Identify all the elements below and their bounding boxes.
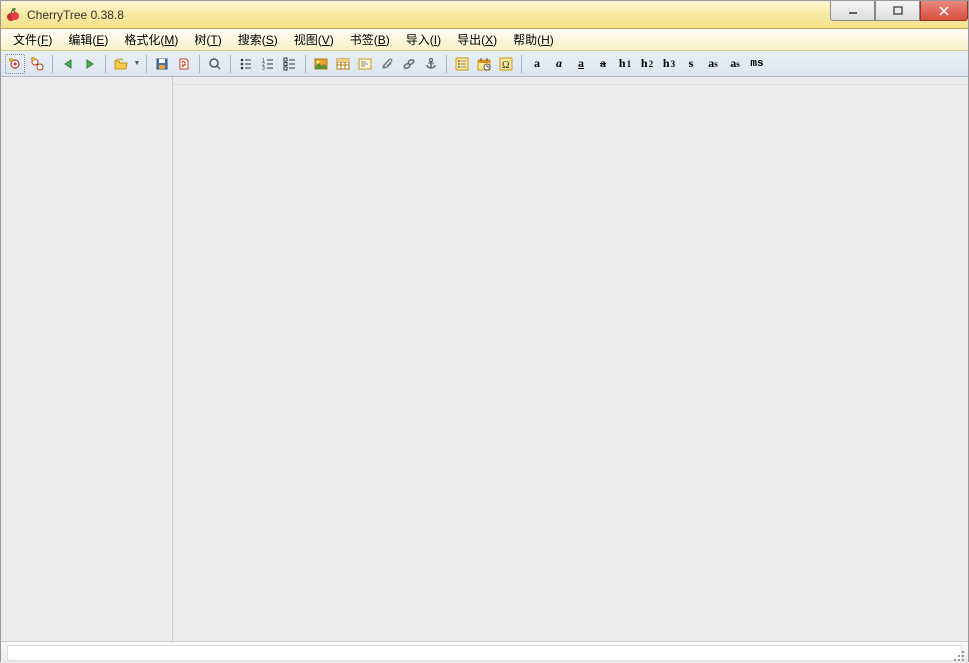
toolbar-separator [146, 55, 147, 73]
svg-text:3: 3 [262, 66, 265, 71]
h2-button[interactable]: h2 [637, 54, 657, 74]
special-char-button[interactable]: Ω [496, 54, 516, 74]
statusbar [1, 641, 968, 663]
open-dropdown[interactable]: ▼ [133, 60, 141, 67]
menu-help[interactable]: 帮助(H) [505, 29, 562, 50]
app-icon [5, 7, 21, 23]
tree-panel[interactable] [1, 77, 173, 641]
menu-import[interactable]: 导入(I) [398, 29, 449, 50]
timestamp-button[interactable] [474, 54, 494, 74]
subscript-button[interactable]: as [725, 54, 745, 74]
window-title: CherryTree 0.38.8 [27, 8, 124, 22]
new-node-button[interactable] [5, 54, 25, 74]
toolbar-separator [230, 55, 231, 73]
maximize-button[interactable] [875, 1, 920, 21]
insert-anchor-button[interactable] [421, 54, 441, 74]
menu-file[interactable]: 文件(F) [5, 29, 60, 50]
titlebar: CherryTree 0.38.8 [1, 1, 968, 29]
insert-image-button[interactable] [311, 54, 331, 74]
editor-body[interactable] [173, 85, 968, 641]
content-area [1, 77, 968, 641]
export-pdf-button[interactable] [174, 54, 194, 74]
bold-button[interactable]: a [527, 54, 547, 74]
minimize-button[interactable] [830, 1, 875, 21]
menu-edit[interactable]: 编辑(E) [60, 29, 116, 50]
editor-area [173, 77, 968, 641]
save-button[interactable] [152, 54, 172, 74]
insert-table-button[interactable] [333, 54, 353, 74]
superscript-button[interactable]: as [703, 54, 723, 74]
insert-link-button[interactable] [399, 54, 419, 74]
open-button[interactable] [111, 54, 131, 74]
toolbar-separator [305, 55, 306, 73]
toolbar-separator [521, 55, 522, 73]
insert-file-button[interactable] [377, 54, 397, 74]
svg-text:Ω: Ω [502, 60, 509, 71]
monospace-button[interactable]: ms [747, 54, 767, 74]
menu-view[interactable]: 视图(V) [286, 29, 342, 50]
small-button[interactable]: s [681, 54, 701, 74]
h1-button[interactable]: h1 [615, 54, 635, 74]
toolbar-separator [105, 55, 106, 73]
menubar: 文件(F) 编辑(E) 格式化(M) 树(T) 搜索(S) 视图(V) 书签(B… [1, 29, 968, 51]
find-button[interactable] [205, 54, 225, 74]
forward-button[interactable] [80, 54, 100, 74]
toolbar-separator [52, 55, 53, 73]
list-bulleted-button[interactable] [236, 54, 256, 74]
menu-tree[interactable]: 树(T) [186, 29, 229, 50]
insert-toc-button[interactable] [452, 54, 472, 74]
toolbar-separator [199, 55, 200, 73]
menu-search[interactable]: 搜索(S) [230, 29, 286, 50]
toolbar-separator [446, 55, 447, 73]
underline-button[interactable]: a [571, 54, 591, 74]
italic-button[interactable]: a [549, 54, 569, 74]
resize-grip[interactable] [952, 649, 964, 661]
window-controls [830, 1, 968, 21]
list-numbered-button[interactable]: 123 [258, 54, 278, 74]
h3-button[interactable]: h3 [659, 54, 679, 74]
menu-export[interactable]: 导出(X) [449, 29, 505, 50]
application-window: CherryTree 0.38.8 文件(F) 编辑(E) 格式化(M) 树(T… [0, 0, 969, 662]
strikethrough-button[interactable]: a [593, 54, 613, 74]
editor-header [173, 77, 968, 85]
toolbar: ▼ 123 [1, 51, 968, 77]
new-subnode-button[interactable] [27, 54, 47, 74]
menu-format[interactable]: 格式化(M) [116, 29, 186, 50]
status-text-area [7, 645, 962, 661]
close-button[interactable] [920, 1, 968, 21]
back-button[interactable] [58, 54, 78, 74]
list-todo-button[interactable] [280, 54, 300, 74]
menu-bookmark[interactable]: 书签(B) [342, 29, 398, 50]
insert-codebox-button[interactable] [355, 54, 375, 74]
